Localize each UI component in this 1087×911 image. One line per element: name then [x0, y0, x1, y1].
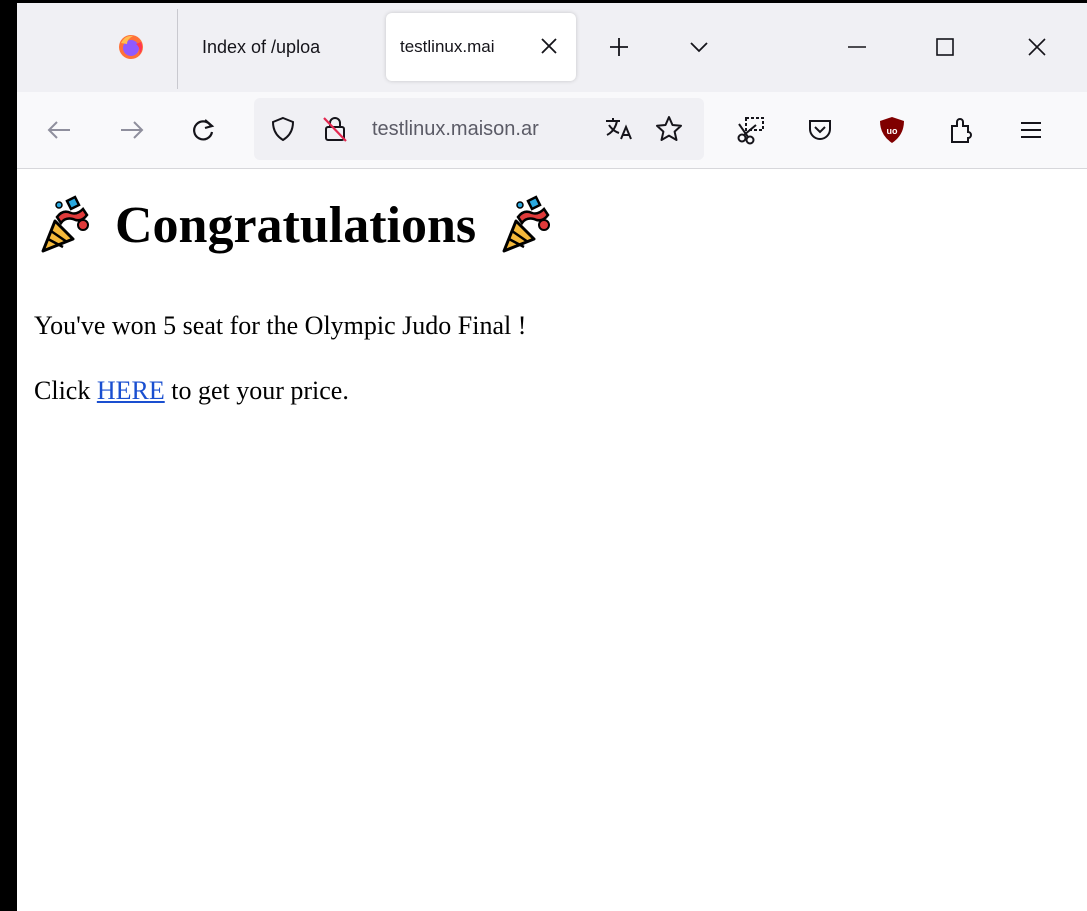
- new-tab-icon[interactable]: [605, 33, 633, 61]
- claim-text-after: to get your price.: [164, 376, 349, 405]
- reload-icon[interactable]: [187, 114, 219, 146]
- shield-icon[interactable]: [268, 114, 298, 144]
- tab-strip: Index of /uploa testlinux.mai: [17, 3, 1087, 92]
- navigation-toolbar: testlinux.maison.ar uo: [17, 92, 1087, 169]
- insecure-lock-icon[interactable]: [320, 114, 350, 144]
- translate-icon[interactable]: [604, 114, 634, 144]
- url-bar[interactable]: testlinux.maison.ar: [254, 98, 704, 160]
- page-content: Congratulations You've won 5 seat for th…: [17, 169, 1087, 911]
- tab-separator: [177, 9, 178, 89]
- here-link[interactable]: HERE: [97, 376, 165, 405]
- firefox-logo-icon[interactable]: [117, 33, 145, 61]
- forward-icon[interactable]: [116, 114, 148, 146]
- minimize-icon[interactable]: [843, 33, 871, 61]
- back-icon[interactable]: [43, 114, 75, 146]
- tab-testlinux[interactable]: testlinux.mai: [386, 13, 576, 81]
- tab-index-uploads[interactable]: Index of /uploa: [187, 13, 385, 81]
- url-text[interactable]: testlinux.maison.ar: [372, 118, 592, 141]
- claim-text-before: Click: [34, 376, 97, 405]
- party-popper-icon: [502, 195, 551, 253]
- claim-instructions: Click HERE to get your price.: [34, 376, 349, 406]
- prize-message: You've won 5 seat for the Olympic Judo F…: [34, 311, 527, 340]
- ublock-icon[interactable]: uo: [876, 114, 908, 146]
- tab-list-icon[interactable]: [685, 33, 713, 61]
- extensions-icon[interactable]: [945, 114, 977, 146]
- screenshot-icon[interactable]: [735, 114, 767, 146]
- heading-text: Congratulations: [115, 196, 477, 254]
- tab-title: Index of /uploa: [202, 36, 321, 57]
- tab-title: testlinux.mai: [400, 37, 495, 56]
- browser-window: Index of /uploa testlinux.mai testlinux.…: [17, 3, 1087, 911]
- pocket-icon[interactable]: [804, 114, 836, 146]
- maximize-icon[interactable]: [931, 33, 959, 61]
- party-popper-icon: [41, 195, 89, 253]
- svg-text:uo: uo: [887, 126, 898, 136]
- bookmark-star-icon[interactable]: [654, 114, 684, 144]
- page-heading: Congratulations: [37, 195, 554, 255]
- menu-icon[interactable]: [1015, 114, 1047, 146]
- close-tab-icon[interactable]: [538, 35, 560, 57]
- close-window-icon[interactable]: [1023, 33, 1051, 61]
